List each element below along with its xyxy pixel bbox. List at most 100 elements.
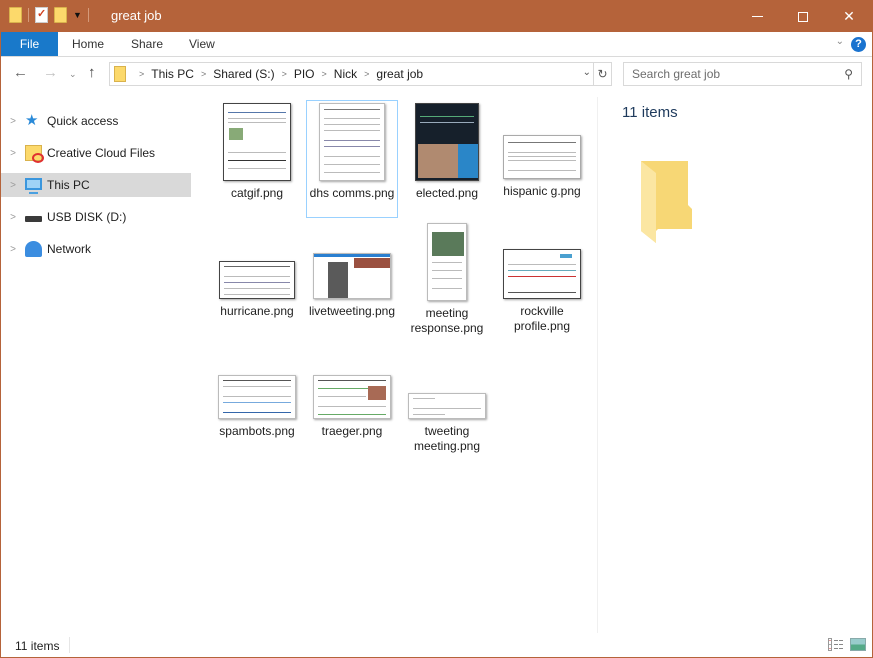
file-name: elected.png [415,186,479,200]
folder-icon [641,161,692,243]
file-item-rockville-profile[interactable]: rockville profile.png [496,221,588,334]
image-thumbnail [313,375,391,419]
navigation-pane: > ★ Quick access > Creative Cloud Files … [1,97,193,627]
ribbon: File Home Share View ⌄ ? [1,32,872,57]
sidebar-item-network[interactable]: > Network [1,237,191,261]
breadcrumb-separator[interactable]: > [139,69,144,79]
expand-chevron-icon[interactable]: > [1,148,25,159]
breadcrumb-nick[interactable]: Nick [334,67,357,81]
breadcrumb-separator[interactable]: > [322,69,327,79]
maximize-button[interactable] [780,1,826,32]
properties-icon[interactable] [35,7,48,23]
preview-item-count: 11 items [622,104,678,121]
address-history-chevron-down-icon[interactable]: ⌄ [583,67,591,78]
close-button[interactable]: ✕ [826,1,872,32]
customize-dropdown-icon[interactable]: ▼ [73,10,82,20]
file-item-dhs-comms[interactable]: dhs comms.png [306,100,398,218]
up-button[interactable]: ↑ [88,64,96,81]
large-icons-view-icon[interactable] [850,638,866,651]
file-item-traeger[interactable]: traeger.png [306,341,398,439]
breadcrumb-separator[interactable]: > [282,69,287,79]
tab-file[interactable]: File [1,32,58,56]
minimize-icon [751,16,763,17]
file-name: livetweeting.png [308,304,396,318]
sidebar-item-label: Network [47,242,92,256]
window-title: great job [111,8,162,23]
breadcrumb-separator[interactable]: > [201,69,206,79]
breadcrumb-separator[interactable]: > [364,69,369,79]
toolbar-separator [87,8,89,22]
usb-drive-icon [25,216,42,222]
breadcrumb-this-pc[interactable]: This PC [151,67,194,81]
expand-ribbon-chevron-down-icon[interactable]: ⌄ [836,36,844,47]
file-item-livetweeting[interactable]: livetweeting.png [306,221,398,319]
image-thumbnail [223,103,291,181]
file-item-meeting-response[interactable]: meeting response.png [401,221,493,336]
status-bar: 11 items [1,633,872,657]
search-icon[interactable]: ⚲ [844,63,853,85]
sidebar-item-creative-cloud-files[interactable]: > Creative Cloud Files [1,141,191,165]
computer-icon [25,178,42,194]
new-folder-icon[interactable] [54,7,67,23]
recent-locations-chevron-icon[interactable]: ⌄ [69,69,77,80]
sidebar-item-label: Creative Cloud Files [47,146,156,160]
title-bar: ▼ great job ✕ [1,1,872,32]
expand-chevron-icon[interactable]: > [1,212,25,223]
search-input[interactable]: Search great job ⚲ [623,62,862,86]
image-thumbnail [408,393,486,419]
breadcrumb-pio[interactable]: PIO [294,67,315,81]
network-icon [25,241,42,257]
file-item-elected[interactable]: elected.png [401,101,493,201]
forward-button[interactable]: → [43,64,58,81]
file-list: catgif.png dhs comms.png elected.png his… [197,97,597,627]
sidebar-item-label: USB DISK (D:) [47,210,127,224]
image-thumbnail [503,249,581,299]
file-name: spambots.png [219,424,295,438]
breadcrumb-great-job[interactable]: great job [376,67,423,81]
maximize-icon [798,11,808,22]
image-thumbnail [219,261,295,299]
sidebar-item-usb-disk[interactable]: > USB DISK (D:) [1,205,191,229]
file-name: hispanic g.png [503,184,581,198]
details-view-icon[interactable] [828,638,844,651]
file-name: catgif.png [230,186,284,200]
file-name: meeting response.png [410,306,484,335]
file-item-spambots[interactable]: spambots.png [211,341,303,439]
quick-access-toolbar: ▼ [9,7,89,23]
image-thumbnail [319,103,385,181]
file-name: hurricane.png [220,304,294,318]
image-thumbnail [427,223,467,301]
refresh-button[interactable]: ↻ [593,63,611,85]
file-item-catgif[interactable]: catgif.png [211,101,303,201]
image-thumbnail [218,375,296,419]
star-icon: ★ [25,112,39,129]
tab-view[interactable]: View [189,32,215,56]
expand-chevron-icon[interactable]: > [1,180,25,191]
file-item-tweeting-meeting[interactable]: tweeting meeting.png [401,341,493,454]
image-thumbnail [313,253,391,299]
folder-icon [9,7,22,23]
creative-cloud-folder-icon [25,145,44,163]
back-button[interactable]: ← [13,64,28,81]
expand-chevron-icon[interactable]: > [1,244,25,255]
folder-icon [114,66,126,82]
file-name: rockville profile.png [513,304,571,333]
tab-home[interactable]: Home [72,32,104,56]
minimize-button[interactable] [734,1,780,32]
sidebar-item-quick-access[interactable]: > ★ Quick access [1,109,191,133]
help-icon[interactable]: ? [851,37,866,52]
navigation-bar: ← → ⌄ ↑ > This PC > Shared (S:) > PIO > … [1,58,872,90]
status-separator [69,637,70,653]
expand-chevron-icon[interactable]: > [1,116,25,127]
file-item-hurricane[interactable]: hurricane.png [211,221,303,319]
tab-share[interactable]: Share [131,32,163,56]
close-icon: ✕ [843,8,855,24]
status-item-count: 11 items [15,639,60,653]
sidebar-item-this-pc[interactable]: > This PC [1,173,191,197]
file-name: traeger.png [321,424,383,438]
file-item-hispanic-g[interactable]: hispanic g.png [496,101,588,199]
file-name: tweeting meeting.png [413,424,481,453]
address-bar[interactable]: > This PC > Shared (S:) > PIO > Nick > g… [109,62,612,86]
breadcrumb-shared[interactable]: Shared (S:) [213,67,274,81]
search-placeholder: Search great job [632,67,721,81]
